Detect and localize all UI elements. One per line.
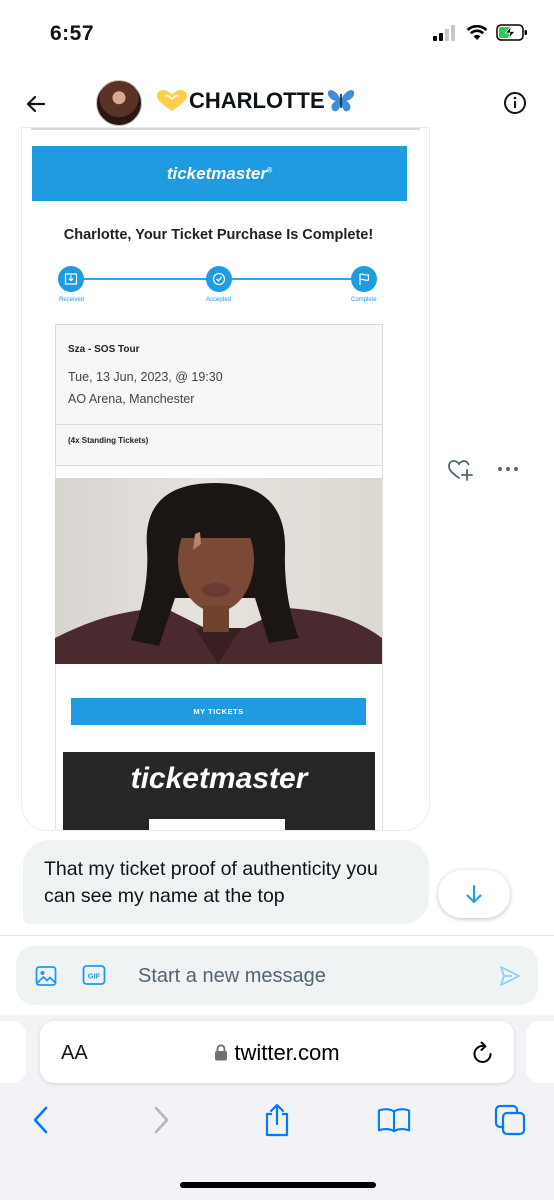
event-date: Tue, 13 Jun, 2023, @ 19:30 [68, 370, 223, 384]
footer-white-box [149, 819, 285, 830]
back-button[interactable] [20, 88, 52, 120]
ticketmaster-footer-logo: ticketmaster [130, 762, 308, 795]
battery-charging-icon [496, 24, 527, 41]
more-options-icon[interactable] [496, 465, 520, 473]
bookmarks-button[interactable] [377, 1103, 411, 1137]
email-screenshot: ticketmaster® Charlotte, Your Ticket Pur… [31, 138, 420, 830]
home-indicator [180, 1182, 376, 1188]
url-display[interactable]: twitter.com [40, 1040, 514, 1066]
step-received [58, 266, 84, 292]
browser-back-button[interactable] [24, 1103, 58, 1137]
step-label-received: Received [59, 297, 85, 303]
inbox-icon [64, 273, 78, 285]
conversation-title[interactable]: CHARLOTTE [157, 88, 355, 114]
adjacent-tab-left[interactable] [0, 1021, 26, 1083]
browser-toolbar: AA twitter.com [0, 1015, 554, 1200]
book-icon [377, 1108, 411, 1133]
avatar[interactable] [96, 80, 142, 126]
step-accepted [206, 266, 232, 292]
url-text: twitter.com [234, 1040, 340, 1065]
chevron-left-icon [33, 1106, 48, 1134]
wifi-icon [466, 24, 488, 40]
send-icon[interactable] [498, 964, 522, 988]
ticket-count: (4x Standing Tickets) [68, 436, 149, 445]
ticketmaster-footer: ticketmaster [63, 752, 375, 830]
event-venue: AO Arena, Manchester [68, 392, 195, 406]
artist-portrait [55, 483, 382, 664]
details-divider [56, 424, 382, 425]
status-icons [432, 24, 528, 41]
event-details: Sza - SOS Tour Tue, 13 Jun, 2023, @ 19:3… [55, 324, 383, 466]
artist-photo [55, 478, 382, 664]
message-bubble[interactable]: That my ticket proof of authenticity you… [23, 840, 429, 924]
add-reaction-icon[interactable] [447, 458, 473, 482]
ticketmaster-logo: ticketmaster® [166, 164, 273, 183]
message-input[interactable] [138, 963, 468, 989]
chevron-right-icon [154, 1106, 169, 1134]
composer-divider [0, 935, 554, 936]
reload-icon[interactable] [470, 1040, 496, 1066]
yellow-heart-icon [157, 90, 187, 111]
scroll-to-bottom-button[interactable] [438, 870, 510, 918]
step-label-complete: Complete [351, 297, 377, 303]
share-icon [265, 1103, 289, 1137]
lock-icon [215, 1044, 228, 1061]
status-time: 6:57 [50, 22, 95, 45]
ticketmaster-banner: ticketmaster® [32, 146, 407, 201]
gif-icon: GIF [82, 965, 106, 985]
my-tickets-button: MY TICKETS [71, 698, 366, 725]
tabs-icon [494, 1104, 526, 1136]
share-button[interactable] [260, 1103, 294, 1137]
event-name: Sza - SOS Tour [68, 344, 140, 355]
arrow-down-icon [466, 885, 482, 903]
purchase-title: Charlotte, Your Ticket Purchase Is Compl… [63, 227, 374, 243]
check-circle-icon [212, 272, 226, 286]
info-icon[interactable] [503, 91, 527, 115]
arrow-left-icon [26, 95, 46, 113]
butterfly-icon [327, 90, 354, 112]
step-label-accepted: Accepted [206, 297, 232, 303]
address-bar[interactable]: AA twitter.com [40, 1021, 514, 1083]
gif-button[interactable]: GIF [82, 964, 106, 986]
image-icon[interactable] [34, 964, 58, 988]
adjacent-tab-right[interactable] [526, 1021, 554, 1083]
shared-image[interactable]: ticketmaster® Charlotte, Your Ticket Pur… [22, 128, 429, 830]
tabs-button[interactable] [493, 1103, 527, 1137]
flag-icon [359, 273, 370, 285]
message-composer: GIF [16, 946, 538, 1005]
message-text: That my ticket proof of authenticity you… [44, 858, 378, 907]
browser-forward-button[interactable] [144, 1103, 178, 1137]
signal-icon [433, 24, 455, 41]
step-complete [351, 266, 377, 292]
contact-name: CHARLOTTE [189, 88, 325, 113]
gif-label: GIF [88, 972, 101, 981]
